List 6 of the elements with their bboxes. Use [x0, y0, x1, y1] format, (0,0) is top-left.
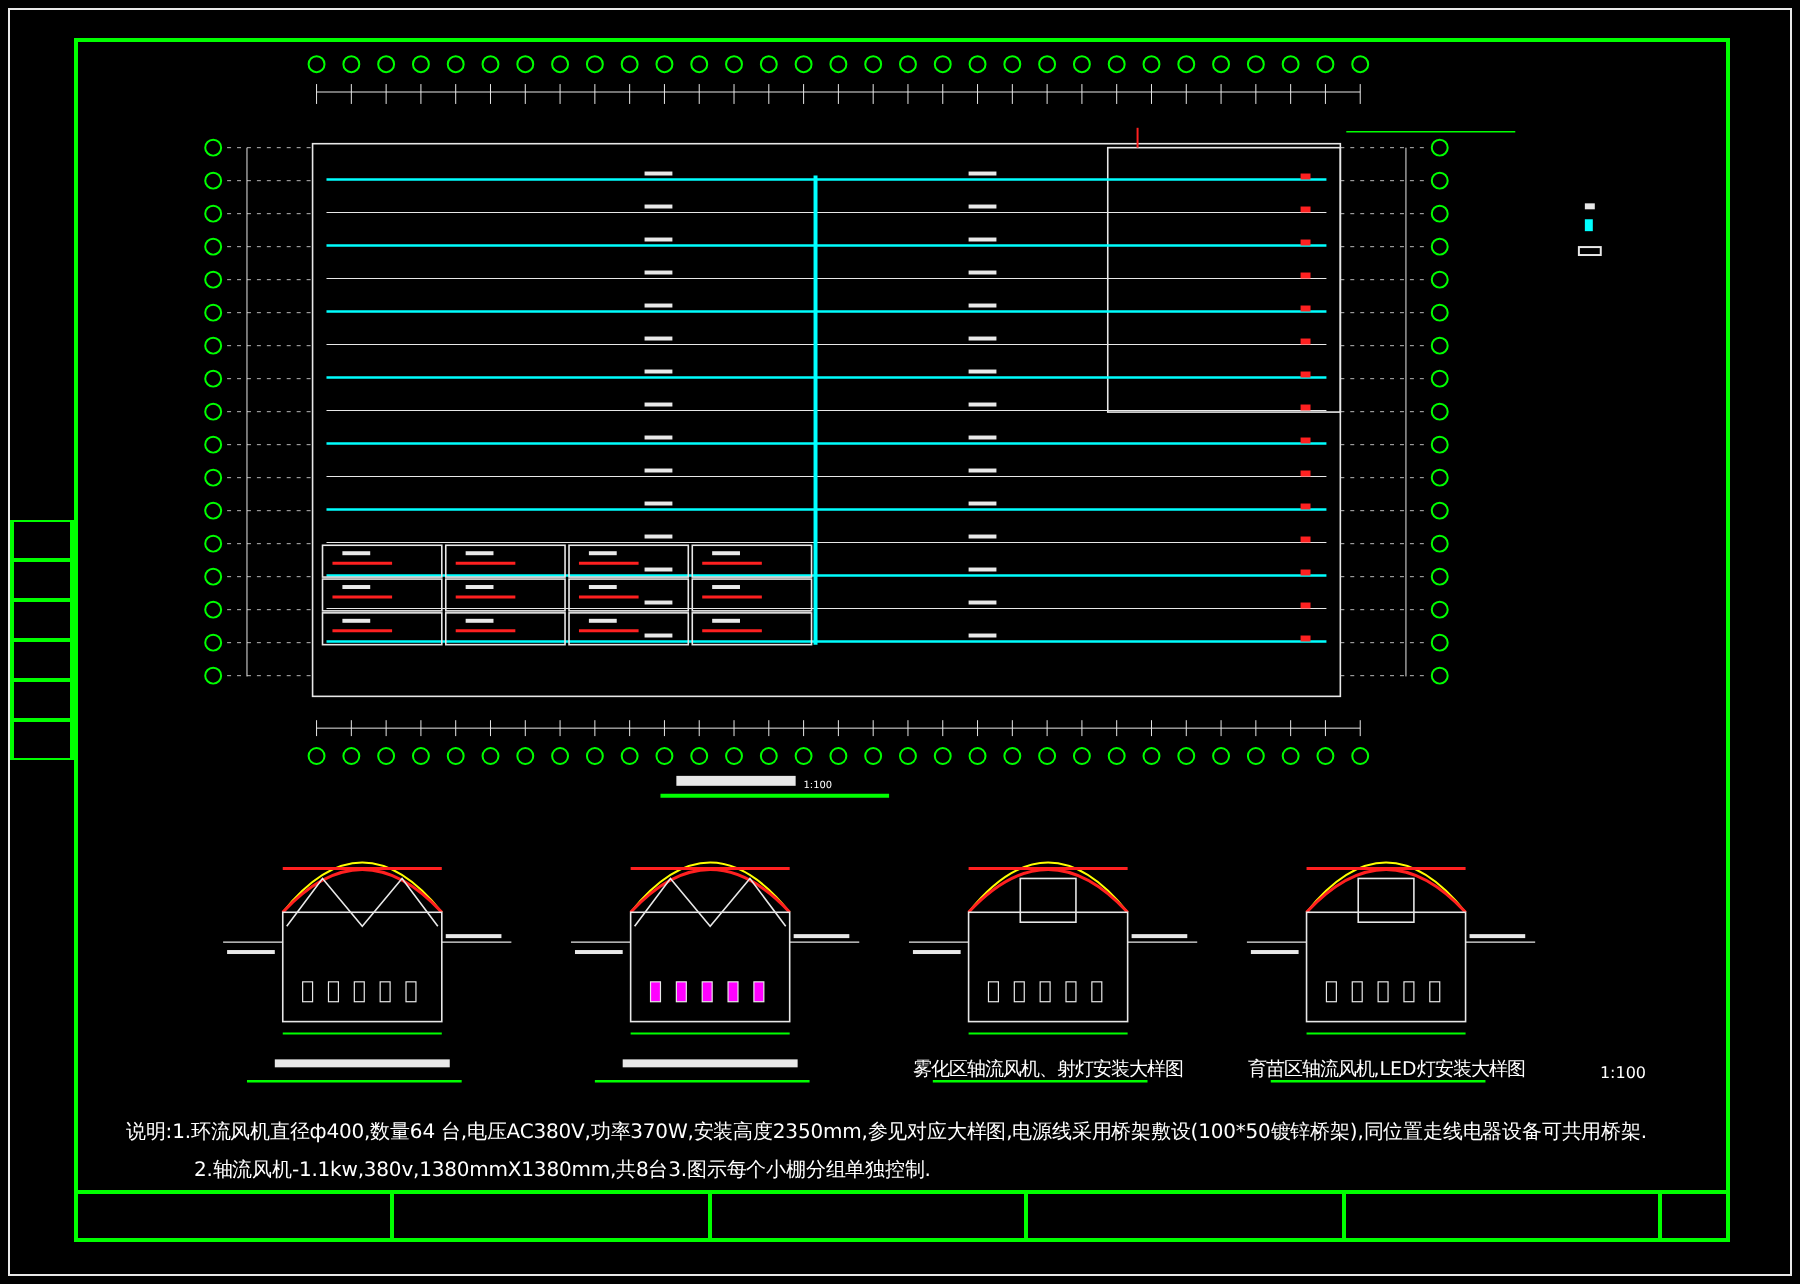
detail-title: 雾化区轴流风机、射灯安装大样图 [913, 1059, 1184, 1082]
detail-title: 育苗区轴流风机,LED灯安装大样图 [1247, 1059, 1525, 1082]
legend-icon [1577, 246, 1602, 257]
note-text: 2.轴流风机-1.1kw,380v,1380mmX1380mm,共8台3.图示每个小棚分组单独控制. [192, 1157, 933, 1184]
note-text: 说明:1.环流风机直径ф400,数量64 台,电压AC380V,功率370W,安装高度2350mm,参见对应大样图,电源线采用桥架敷设(100*50镀锌桥架),同位置走线电器设备可共用桥架. [126, 1119, 1649, 1146]
scale-text: 1:100 [1599, 1064, 1646, 1082]
